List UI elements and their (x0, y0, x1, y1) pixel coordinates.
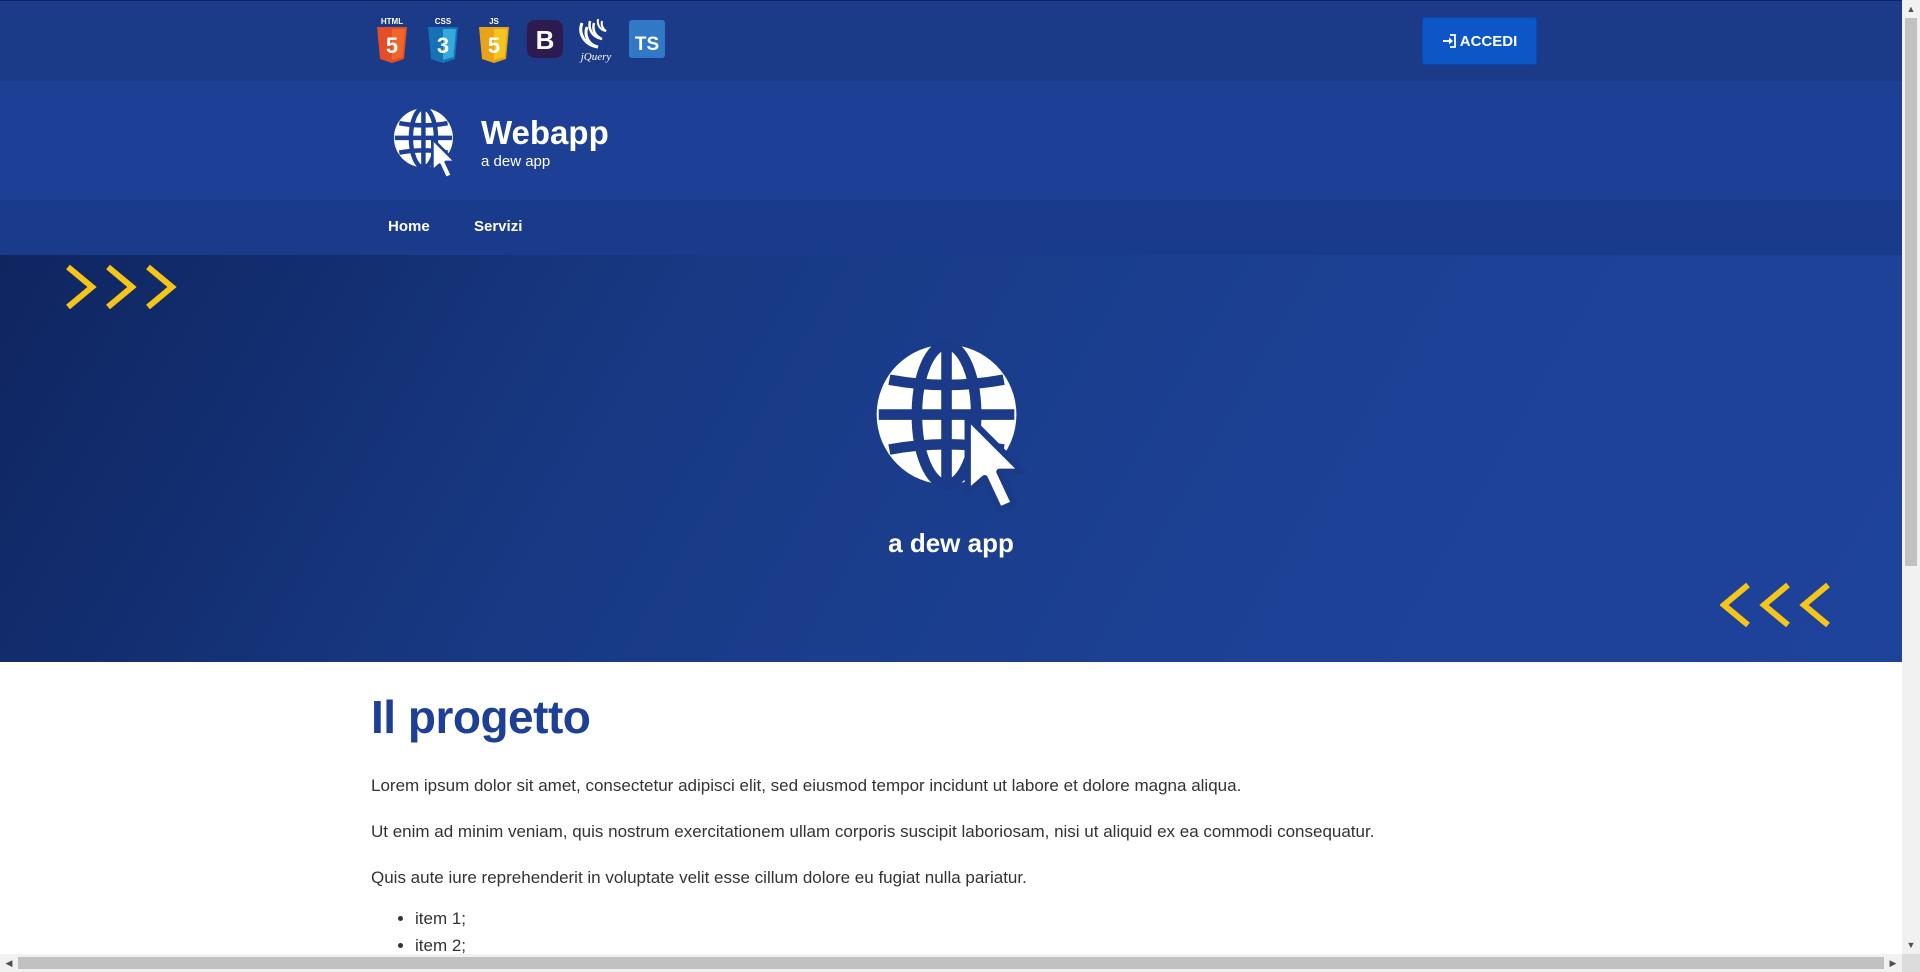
main-content: Il progetto Lorem ipsum dolor sit amet, … (371, 690, 1531, 954)
svg-text:5: 5 (385, 33, 397, 58)
scroll-right-arrow[interactable]: ▶ (1884, 954, 1902, 972)
svg-text:TS: TS (634, 34, 658, 55)
chevrons-left-icon (1720, 582, 1830, 628)
scroll-up-arrow[interactable]: ▲ (1902, 0, 1920, 18)
nav-item-home[interactable]: Home (388, 218, 430, 235)
technology-icons: HTML 5 CSS 3 JS 5 B jQuery TS (366, 14, 672, 64)
hero-subtitle: a dew app (888, 528, 1014, 558)
list-item: item 2; (415, 935, 466, 954)
chevrons-right-icon (66, 264, 177, 310)
site-header (0, 81, 1902, 200)
horizontal-scroll-thumb[interactable] (18, 957, 1884, 969)
globe-cursor-icon (393, 106, 457, 180)
hero-globe-cursor-icon (876, 339, 1026, 512)
list-item: item 1; (415, 908, 466, 935)
typescript-icon: TS (621, 14, 672, 64)
svg-text:5: 5 (487, 33, 499, 58)
scroll-left-arrow[interactable]: ◀ (0, 954, 18, 972)
nav-item-servizi[interactable]: Servizi (474, 218, 522, 235)
sign-in-icon (1442, 34, 1456, 48)
scroll-down-arrow[interactable]: ▼ (1902, 936, 1920, 954)
css3-label: CSS (434, 17, 451, 26)
paragraph-2: Ut enim ad minim veniam, quis nostrum ex… (371, 822, 1375, 841)
bootstrap-icon: B (519, 14, 570, 64)
site-subtitle: a dew app (481, 153, 551, 170)
scrollbar-corner (1902, 954, 1920, 972)
paragraph-1: Lorem ipsum dolor sit amet, consectetur … (371, 776, 1242, 795)
paragraph-3: Quis aute iure reprehenderit in voluptat… (371, 868, 1027, 887)
html5-icon: HTML 5 (366, 14, 417, 64)
javascript-label: JS (489, 17, 499, 26)
top-utility-bar (0, 0, 1902, 81)
brand-logo[interactable] (391, 103, 463, 184)
page-viewport: HTML 5 CSS 3 JS 5 B jQuery TS ACCEDI Web… (0, 0, 1902, 954)
login-button[interactable]: ACCEDI (1422, 17, 1537, 65)
site-title[interactable]: Webapp (481, 114, 609, 152)
item-list: item 1; item 2; (371, 908, 466, 954)
main-navigation (0, 200, 1902, 255)
vertical-scroll-thumb[interactable] (1905, 18, 1917, 566)
jquery-label: jQuery (578, 51, 611, 63)
login-button-label: ACCEDI (1459, 32, 1518, 50)
javascript-icon: JS 5 (468, 14, 519, 64)
svg-text:B: B (535, 25, 554, 55)
html5-label: HTML (380, 17, 402, 26)
css3-icon: CSS 3 (417, 14, 468, 64)
section-heading: Il progetto (371, 691, 591, 743)
svg-text:3: 3 (436, 33, 448, 58)
jquery-icon: jQuery (570, 14, 621, 64)
